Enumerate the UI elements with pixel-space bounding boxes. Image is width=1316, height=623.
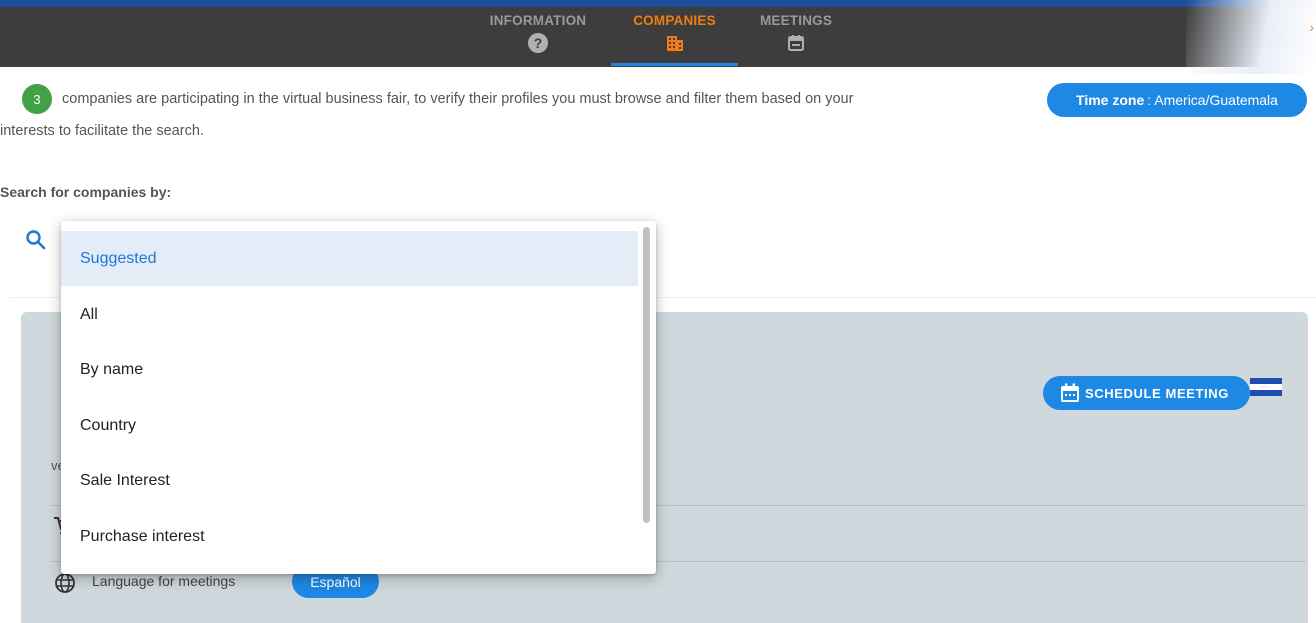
timezone-button[interactable]: Time zone : America/Guatemala: [1047, 83, 1307, 117]
top-nav-bar: INFORMATION ? COMPANIES MEETINGS ›: [0, 0, 1316, 74]
intro-text-line-1: companies are participating in the virtu…: [62, 91, 854, 107]
tab-information[interactable]: INFORMATION ?: [482, 7, 594, 67]
search-filter-dropdown: Suggested All By name Country Sale Inter…: [61, 221, 656, 574]
dropdown-option-sale-interest[interactable]: Sale Interest: [61, 453, 638, 508]
dropdown-option-country[interactable]: Country: [61, 398, 638, 453]
top-right-glare: [1186, 0, 1316, 74]
timezone-label: Time zone: [1076, 92, 1145, 108]
company-count-badge: 3: [22, 84, 52, 114]
calendar-icon: [1061, 383, 1079, 402]
dropdown-option-all[interactable]: All: [61, 287, 638, 342]
tab-companies[interactable]: COMPANIES: [611, 7, 738, 67]
tab-meetings[interactable]: MEETINGS: [752, 7, 840, 67]
timezone-value: : America/Guatemala: [1147, 92, 1278, 108]
search-title: Search for companies by:: [0, 184, 172, 200]
dropdown-option-purchase-interest[interactable]: Purchase interest: [61, 509, 638, 564]
building-icon: [664, 32, 686, 54]
calendar-icon: [785, 32, 807, 54]
dropdown-scrollbar-thumb[interactable]: [643, 227, 650, 523]
language-label: Language for meetings: [92, 573, 236, 589]
country-flag-icon: ·:·: [1250, 378, 1282, 396]
help-circle-icon: ?: [527, 32, 549, 54]
globe-icon: [55, 573, 75, 593]
active-tab-indicator: [611, 63, 738, 66]
tab-meetings-label: MEETINGS: [759, 13, 833, 28]
intro-text-line-2: interests to facilitate the search.: [0, 123, 204, 139]
tab-information-label: INFORMATION: [489, 13, 587, 28]
search-icon[interactable]: [25, 229, 47, 251]
schedule-meeting-label: SCHEDULE MEETING: [1085, 385, 1229, 401]
dropdown-option-by-name[interactable]: By name: [61, 342, 638, 397]
dropdown-option-suggested[interactable]: Suggested: [61, 231, 638, 286]
nav-more-chevron-icon[interactable]: ›: [1309, 19, 1314, 35]
tab-companies-label: COMPANIES: [633, 13, 716, 28]
schedule-meeting-button[interactable]: SCHEDULE MEETING: [1043, 376, 1250, 410]
